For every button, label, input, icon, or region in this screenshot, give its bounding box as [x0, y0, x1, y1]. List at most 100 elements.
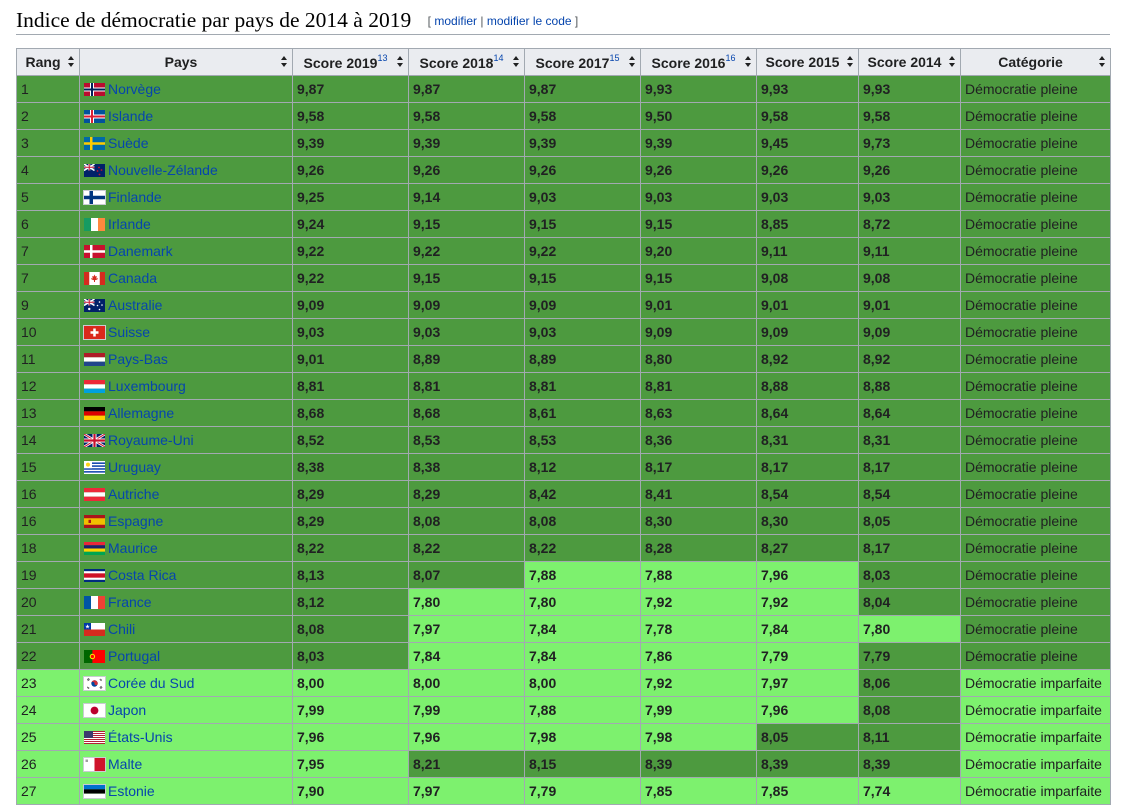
rank-cell: 1: [16, 75, 80, 103]
score-cell: 9,93: [640, 75, 757, 103]
country-link[interactable]: Nouvelle-Zélande: [108, 162, 218, 178]
canada-flag-icon[interactable]: [84, 272, 105, 285]
country-link[interactable]: Pays-Bas: [108, 351, 168, 367]
score-cell: 7,80: [408, 588, 525, 616]
austria-flag-icon[interactable]: [84, 488, 105, 501]
uruguay-flag-icon[interactable]: [84, 461, 105, 474]
mauritius-flag-icon[interactable]: [84, 542, 105, 555]
country-link[interactable]: Uruguay: [108, 459, 161, 475]
country-link[interactable]: Allemagne: [108, 405, 174, 421]
score-cell: 8,22: [524, 534, 641, 562]
chile-flag-icon[interactable]: [84, 623, 105, 636]
country-link[interactable]: Islande: [108, 108, 153, 124]
score-cell: 8,41: [640, 480, 757, 508]
score-cell: 8,29: [408, 480, 525, 508]
switzerland-flag-icon[interactable]: [83, 325, 106, 340]
sort-arrows-icon[interactable]: [745, 56, 752, 68]
score-cell: 8,89: [524, 345, 641, 373]
country-link[interactable]: Suisse: [108, 324, 150, 340]
country-link[interactable]: Danemark: [108, 243, 173, 259]
south-korea-flag-icon[interactable]: [83, 676, 106, 691]
country-link[interactable]: Malte: [108, 756, 142, 772]
category-cell: Démocratie pleine: [960, 291, 1111, 319]
category-cell: Démocratie pleine: [960, 480, 1111, 508]
country-link[interactable]: Portugal: [108, 648, 160, 664]
netherlands-flag-icon[interactable]: [84, 353, 105, 366]
rank-cell: 5: [16, 183, 80, 211]
country-link[interactable]: France: [108, 594, 152, 610]
sort-arrows-icon[interactable]: [949, 56, 956, 68]
score-cell: 8,21: [408, 750, 525, 778]
japan-flag-icon[interactable]: [83, 703, 106, 718]
sort-arrows-icon[interactable]: [847, 56, 854, 68]
sort-arrows-icon[interactable]: [629, 56, 636, 68]
country-link[interactable]: Irlande: [108, 216, 151, 232]
category-cell: Démocratie imparfaite: [960, 696, 1111, 724]
spain-flag-icon[interactable]: [84, 515, 105, 528]
sweden-flag-icon[interactable]: [84, 137, 105, 150]
ireland-flag-icon[interactable]: [84, 218, 105, 231]
country-link[interactable]: Norvège: [108, 81, 161, 97]
reference-link[interactable]: 15: [609, 53, 619, 63]
estonia-flag-icon[interactable]: [83, 784, 106, 799]
score-cell: 9,15: [408, 264, 525, 292]
country-link[interactable]: Costa Rica: [108, 567, 176, 583]
iceland-flag-icon[interactable]: [84, 110, 105, 123]
australia-flag-icon[interactable]: [84, 299, 105, 312]
reference-link[interactable]: 14: [493, 53, 503, 63]
column-header-4[interactable]: Score 201715: [524, 48, 641, 76]
score-cell: 7,79: [858, 642, 961, 670]
table-row: 5 Finlande 9,25 9,14 9,03 9,03 9,03 9,03 Démocra…: [16, 183, 1111, 211]
country-cell: France: [79, 588, 293, 616]
france-flag-icon[interactable]: [84, 596, 105, 609]
malta-flag-icon[interactable]: [83, 757, 106, 772]
country-link[interactable]: Australie: [108, 297, 162, 313]
country-cell: Corée du Sud: [79, 669, 293, 697]
edit-link[interactable]: modifier: [434, 14, 477, 28]
country-link[interactable]: Japon: [108, 702, 146, 718]
sort-arrows-icon[interactable]: [1099, 56, 1106, 68]
country-link[interactable]: Autriche: [108, 486, 159, 502]
column-header-1[interactable]: Pays: [79, 48, 293, 76]
country-link[interactable]: Canada: [108, 270, 157, 286]
country-link[interactable]: Luxembourg: [108, 378, 186, 394]
united-states-flag-icon[interactable]: [84, 731, 105, 744]
column-header-3[interactable]: Score 201814: [408, 48, 525, 76]
country-link[interactable]: Finlande: [108, 189, 162, 205]
category-cell: Démocratie pleine: [960, 210, 1111, 238]
country-link[interactable]: Suède: [108, 135, 148, 151]
new-zealand-flag-icon[interactable]: [84, 164, 105, 177]
country-link[interactable]: Corée du Sud: [108, 675, 194, 691]
norway-flag-icon[interactable]: [84, 83, 105, 96]
country-link[interactable]: Estonie: [108, 783, 155, 799]
sort-arrows-icon[interactable]: [513, 56, 520, 68]
column-header-5[interactable]: Score 201616: [640, 48, 757, 76]
finland-flag-icon[interactable]: [83, 190, 106, 205]
denmark-flag-icon[interactable]: [84, 245, 105, 258]
score-cell: 8,08: [408, 507, 525, 535]
rank-cell: 15: [16, 453, 80, 481]
country-link[interactable]: Chili: [108, 621, 135, 637]
column-header-6[interactable]: Score 2015: [756, 48, 859, 76]
column-header-8[interactable]: Catégorie: [960, 48, 1111, 76]
category-cell: Démocratie pleine: [960, 156, 1111, 184]
score-cell: 9,09: [408, 291, 525, 319]
country-link[interactable]: Royaume-Uni: [108, 432, 194, 448]
edit-code-link[interactable]: modifier le code: [487, 14, 572, 28]
luxembourg-flag-icon[interactable]: [84, 380, 105, 393]
portugal-flag-icon[interactable]: [84, 650, 105, 663]
column-header-0[interactable]: Rang: [16, 48, 80, 76]
country-link[interactable]: Espagne: [108, 513, 163, 529]
sort-arrows-icon[interactable]: [68, 56, 75, 68]
country-link[interactable]: États-Unis: [108, 729, 173, 745]
country-link[interactable]: Maurice: [108, 540, 158, 556]
column-header-7[interactable]: Score 2014: [858, 48, 961, 76]
sort-arrows-icon[interactable]: [281, 56, 288, 68]
germany-flag-icon[interactable]: [84, 407, 105, 420]
reference-link[interactable]: 13: [377, 53, 387, 63]
column-header-2[interactable]: Score 201913: [292, 48, 409, 76]
costa-rica-flag-icon[interactable]: [84, 569, 105, 582]
reference-link[interactable]: 16: [725, 53, 735, 63]
sort-arrows-icon[interactable]: [397, 56, 404, 68]
united-kingdom-flag-icon[interactable]: [84, 434, 105, 447]
